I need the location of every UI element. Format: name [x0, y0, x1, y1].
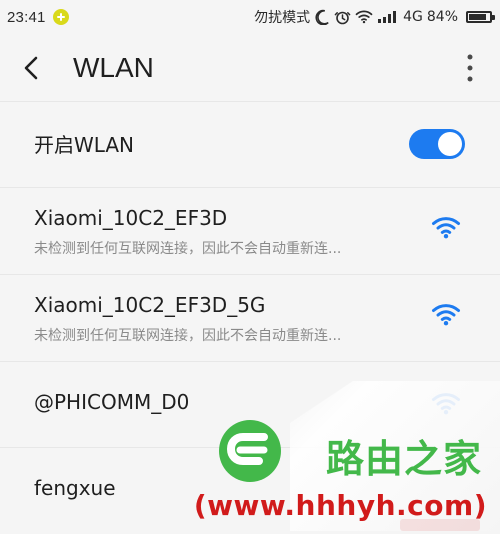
network-name: @PHICOMM_D0 [34, 390, 190, 414]
status-time: 23:41 [7, 8, 46, 26]
moon-icon [314, 9, 330, 25]
network-row-2[interactable]: Xiaomi_10C2_EF3D_5G 未检测到任何互联网连接，因此不会自动重新… [0, 275, 500, 362]
battery-percent-label: 84% [426, 9, 458, 25]
battery-level [469, 14, 486, 20]
wifi-signal-icon [431, 392, 461, 416]
wifi-toggle-switch[interactable] [409, 129, 465, 159]
wifi-toggle-row[interactable]: 开启WLAN [0, 102, 500, 188]
page-title: WLAN [73, 52, 154, 83]
app-bar: WLAN [0, 34, 500, 102]
network-name: Xiaomi_10C2_EF3D [34, 206, 228, 230]
wifi-signal-icon [431, 216, 461, 240]
network-row-3[interactable]: @PHICOMM_D0 [0, 362, 500, 448]
dnd-mode-label: 勿扰模式 [254, 10, 311, 26]
network-row-4[interactable]: fengxue [0, 448, 500, 534]
network-status: 未检测到任何互联网连接，因此不会自动重新连... [34, 241, 342, 257]
more-vertical-icon [467, 54, 473, 82]
status-left: 23:41 [7, 9, 69, 26]
wifi-list: 开启WLAN Xiaomi_10C2_EF3D 未检测到任何互联网连接，因此不会… [0, 102, 500, 534]
network-type-label: 4G [403, 9, 423, 25]
back-button[interactable] [16, 52, 48, 84]
more-button[interactable] [460, 50, 480, 86]
plus-badge-icon [52, 9, 69, 25]
battery-icon [466, 11, 495, 23]
network-name: fengxue [34, 476, 116, 500]
network-row-1[interactable]: Xiaomi_10C2_EF3D 未检测到任何互联网连接，因此不会自动重新连..… [0, 188, 500, 275]
toggle-knob [438, 132, 462, 156]
wifi-status-icon [355, 10, 373, 24]
cell-signal-icon [377, 10, 399, 24]
chevron-left-icon [24, 56, 38, 80]
network-status: 未检测到任何互联网连接，因此不会自动重新连... [34, 328, 342, 344]
wifi-toggle-label: 开启WLAN [34, 133, 135, 157]
network-name: Xiaomi_10C2_EF3D_5G [34, 293, 266, 317]
alarm-icon [334, 9, 351, 26]
wifi-signal-icon [431, 303, 461, 327]
status-right: 勿扰模式 4G 84% [254, 7, 495, 27]
status-bar: 23:41 勿扰模式 4G 84% [0, 0, 500, 34]
